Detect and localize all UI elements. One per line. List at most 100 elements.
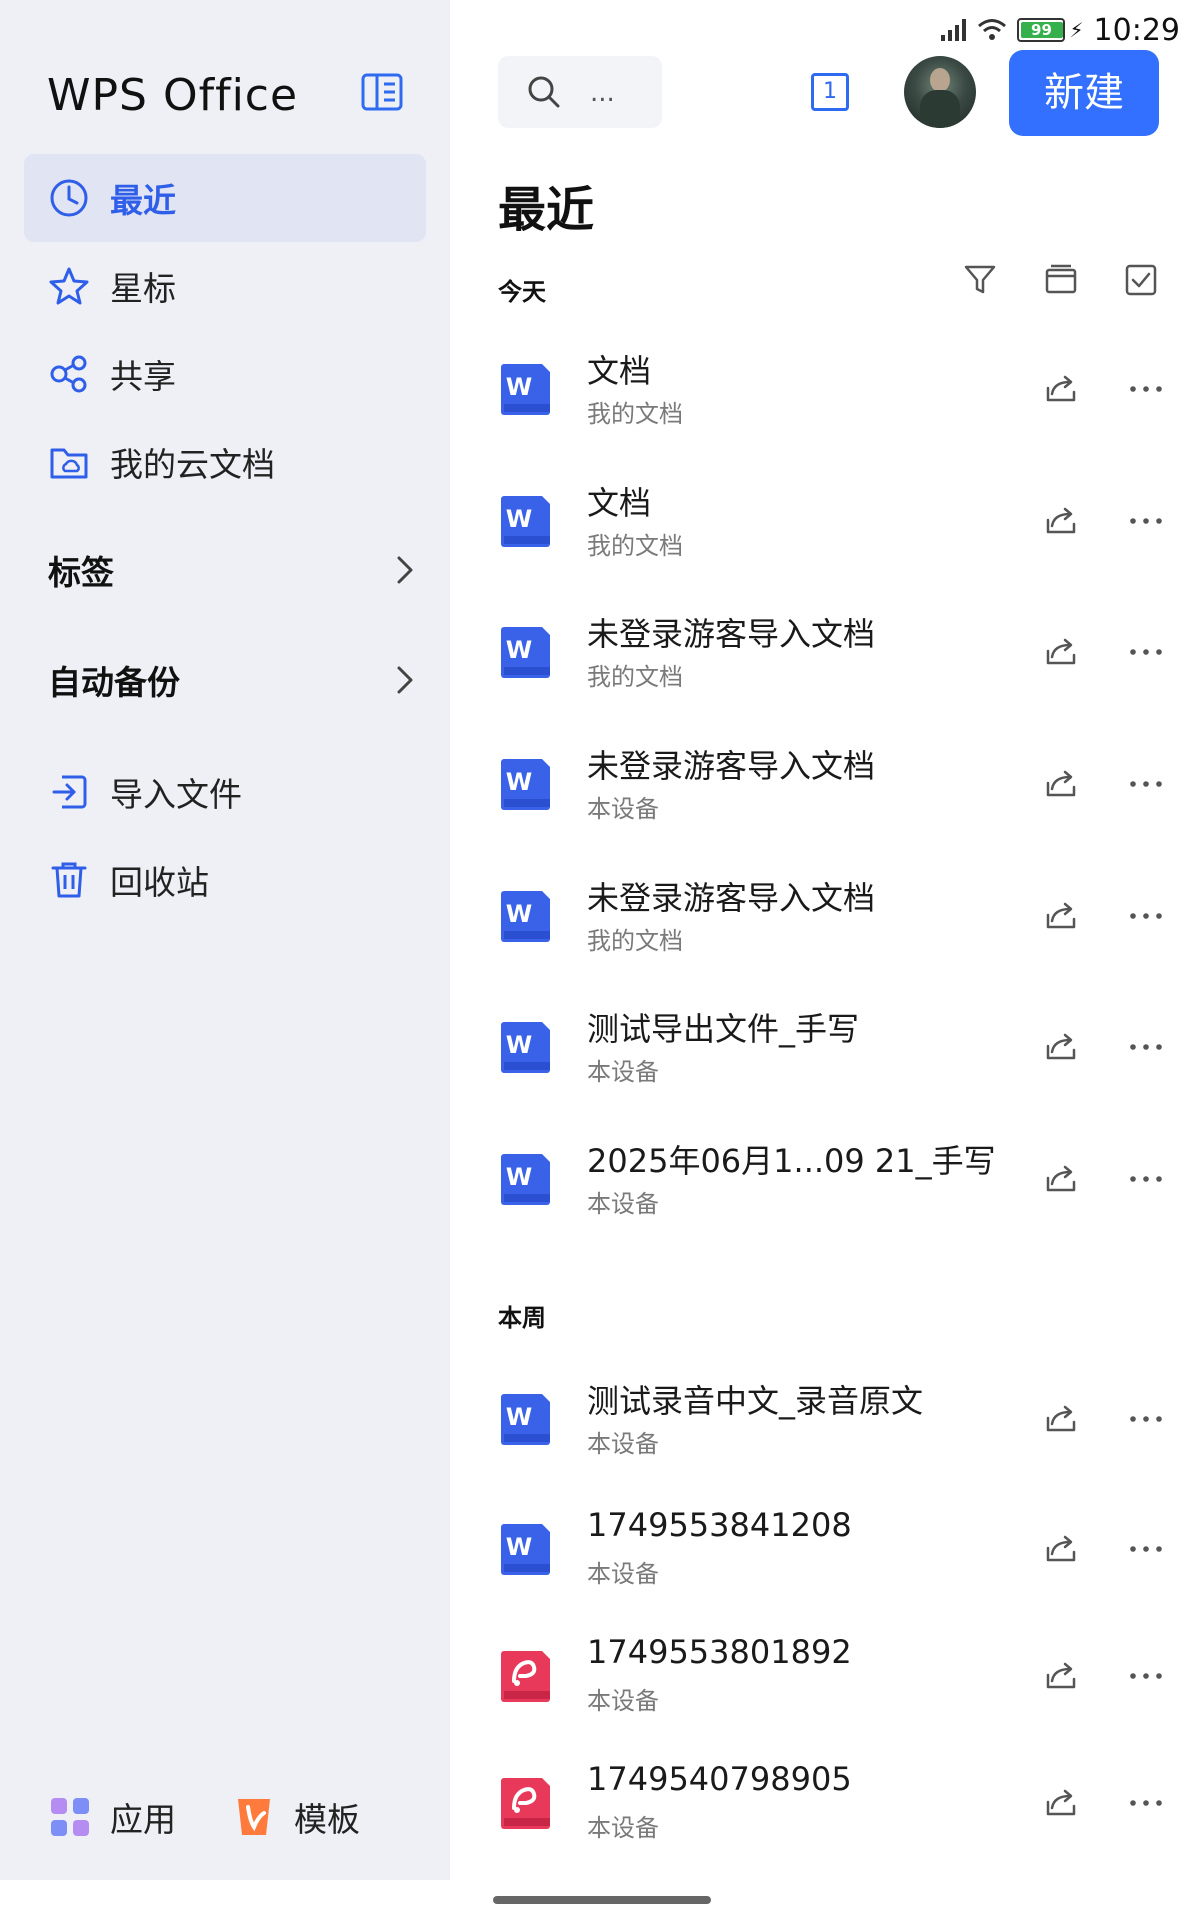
select-checkbox-icon[interactable] xyxy=(1123,262,1159,298)
search-placeholder: ... xyxy=(590,78,615,108)
file-row[interactable]: W 未登录游客导入文档 我的文档 xyxy=(450,587,1200,717)
svg-text:W: W xyxy=(506,1031,532,1059)
sidebar-item-label: 最近 xyxy=(110,181,176,220)
svg-text:W: W xyxy=(506,900,532,928)
templates-button[interactable]: 模板 xyxy=(232,1790,360,1844)
more-options-icon[interactable] xyxy=(1126,901,1166,931)
trash-icon xyxy=(51,862,87,898)
word-file-icon: W xyxy=(501,1524,550,1575)
file-name: 未登录游客导入文档 xyxy=(587,747,876,785)
avatar-body xyxy=(920,90,960,128)
star-icon xyxy=(49,267,89,305)
file-location: 本设备 xyxy=(587,1687,659,1715)
word-file-icon: W xyxy=(501,1154,550,1205)
more-options-icon[interactable] xyxy=(1126,1534,1166,1564)
share-icon[interactable] xyxy=(1044,1162,1078,1196)
sidebar-section-tags[interactable]: 标签 xyxy=(48,540,418,600)
more-options-icon[interactable] xyxy=(1126,374,1166,404)
sidebar-toggle-icon[interactable] xyxy=(360,72,404,112)
file-row[interactable]: W 文档 我的文档 xyxy=(450,456,1200,586)
share-icon[interactable] xyxy=(1044,1659,1078,1693)
more-options-icon[interactable] xyxy=(1126,769,1166,799)
share-icon[interactable] xyxy=(1044,1402,1078,1436)
file-location: 本设备 xyxy=(587,1814,659,1842)
more-options-icon[interactable] xyxy=(1126,637,1166,667)
file-location: 本设备 xyxy=(587,1190,659,1218)
file-row[interactable]: W 1749553841208 本设备 xyxy=(450,1484,1200,1614)
share-icon[interactable] xyxy=(1044,372,1078,406)
share-icon[interactable] xyxy=(1044,504,1078,538)
filter-icon[interactable] xyxy=(962,262,998,298)
search-box[interactable]: ... xyxy=(498,56,662,128)
file-row[interactable]: 1749540798905 本设备 xyxy=(450,1738,1200,1868)
avatar-head xyxy=(930,68,950,92)
svg-text:W: W xyxy=(506,373,532,401)
section-label: 自动备份 xyxy=(48,663,180,702)
share-icon[interactable] xyxy=(1044,635,1078,669)
search-icon xyxy=(528,76,560,108)
sidebar-item-trash[interactable]: 回收站 xyxy=(24,836,426,924)
svg-text:W: W xyxy=(506,1533,532,1561)
sidebar-item-shared[interactable]: 共享 xyxy=(24,330,426,418)
file-location: 我的文档 xyxy=(587,663,683,691)
file-row[interactable]: W 测试录音中文_录音原文 本设备 xyxy=(450,1354,1200,1484)
battery-percent: 99 xyxy=(1031,21,1052,39)
signal-icon xyxy=(941,19,967,41)
share-icon[interactable] xyxy=(1044,1030,1078,1064)
templates-label: 模板 xyxy=(294,1800,360,1839)
apps-grid-icon xyxy=(51,1798,89,1836)
group-label-this-week: 本周 xyxy=(498,1304,546,1332)
more-options-icon[interactable] xyxy=(1126,1661,1166,1691)
sidebar-item-label: 我的云文档 xyxy=(110,445,275,484)
file-name: 未登录游客导入文档 xyxy=(587,615,876,653)
pdf-file-icon xyxy=(501,1778,550,1829)
cloud-folder-icon xyxy=(50,448,88,479)
view-mode-icon[interactable] xyxy=(1043,262,1079,298)
sidebar-item-label: 导入文件 xyxy=(110,775,242,814)
more-options-icon[interactable] xyxy=(1126,1788,1166,1818)
sidebar-item-starred[interactable]: 星标 xyxy=(24,242,426,330)
apps-label: 应用 xyxy=(110,1800,176,1839)
file-row[interactable]: W 未登录游客导入文档 我的文档 xyxy=(450,851,1200,981)
new-document-button[interactable]: 新建 xyxy=(1009,50,1159,136)
battery-indicator: 99 xyxy=(1017,18,1066,42)
file-row[interactable]: 1749553801892 本设备 xyxy=(450,1611,1200,1741)
file-name: 测试录音中文_录音原文 xyxy=(587,1382,924,1420)
word-file-icon: W xyxy=(501,759,550,810)
file-location: 本设备 xyxy=(587,1560,659,1588)
file-row[interactable]: W 文档 我的文档 xyxy=(450,324,1200,454)
apps-button[interactable]: 应用 xyxy=(48,1790,176,1844)
file-location: 我的文档 xyxy=(587,532,683,560)
share-icon[interactable] xyxy=(1044,899,1078,933)
file-name: 1749553841208 xyxy=(587,1506,852,1544)
share-icon[interactable] xyxy=(1044,767,1078,801)
sidebar-item-recent[interactable]: 最近 xyxy=(24,154,426,242)
sidebar: WPS Office 最近 星标 共享 我的云文档 标签 自动备份 导入文件 回… xyxy=(0,0,450,1880)
avatar[interactable] xyxy=(904,56,976,128)
sidebar-item-import[interactable]: 导入文件 xyxy=(24,748,426,836)
sidebar-section-auto-backup[interactable]: 自动备份 xyxy=(48,650,418,710)
more-options-icon[interactable] xyxy=(1126,1404,1166,1434)
share-icon[interactable] xyxy=(1044,1786,1078,1820)
chevron-right-icon xyxy=(397,556,413,584)
status-bar: 99 ⚡ 10:29 xyxy=(939,12,1180,48)
sidebar-item-cloud-docs[interactable]: 我的云文档 xyxy=(24,418,426,506)
more-options-icon[interactable] xyxy=(1126,1032,1166,1062)
file-name: 测试导出文件_手写 xyxy=(587,1010,860,1048)
file-row[interactable]: W 未登录游客导入文档 本设备 xyxy=(450,719,1200,849)
sidebar-item-label: 共享 xyxy=(110,357,176,396)
file-name: 文档 xyxy=(587,352,652,390)
file-row[interactable]: W 测试导出文件_手写 本设备 xyxy=(450,982,1200,1112)
sidebar-item-label: 星标 xyxy=(110,269,176,308)
template-icon xyxy=(238,1799,270,1835)
word-file-icon: W xyxy=(501,364,550,415)
more-options-icon[interactable] xyxy=(1126,506,1166,536)
tab-count-button[interactable]: 1 xyxy=(811,73,849,111)
status-time: 10:29 xyxy=(1093,12,1180,48)
file-row[interactable]: W 2025年06月1...09 21_手写 本设备 xyxy=(450,1114,1200,1244)
share-icon[interactable] xyxy=(1044,1532,1078,1566)
home-indicator[interactable] xyxy=(493,1896,711,1904)
group-label-today: 今天 xyxy=(498,278,546,306)
more-options-icon[interactable] xyxy=(1126,1164,1166,1194)
word-file-icon: W xyxy=(501,496,550,547)
